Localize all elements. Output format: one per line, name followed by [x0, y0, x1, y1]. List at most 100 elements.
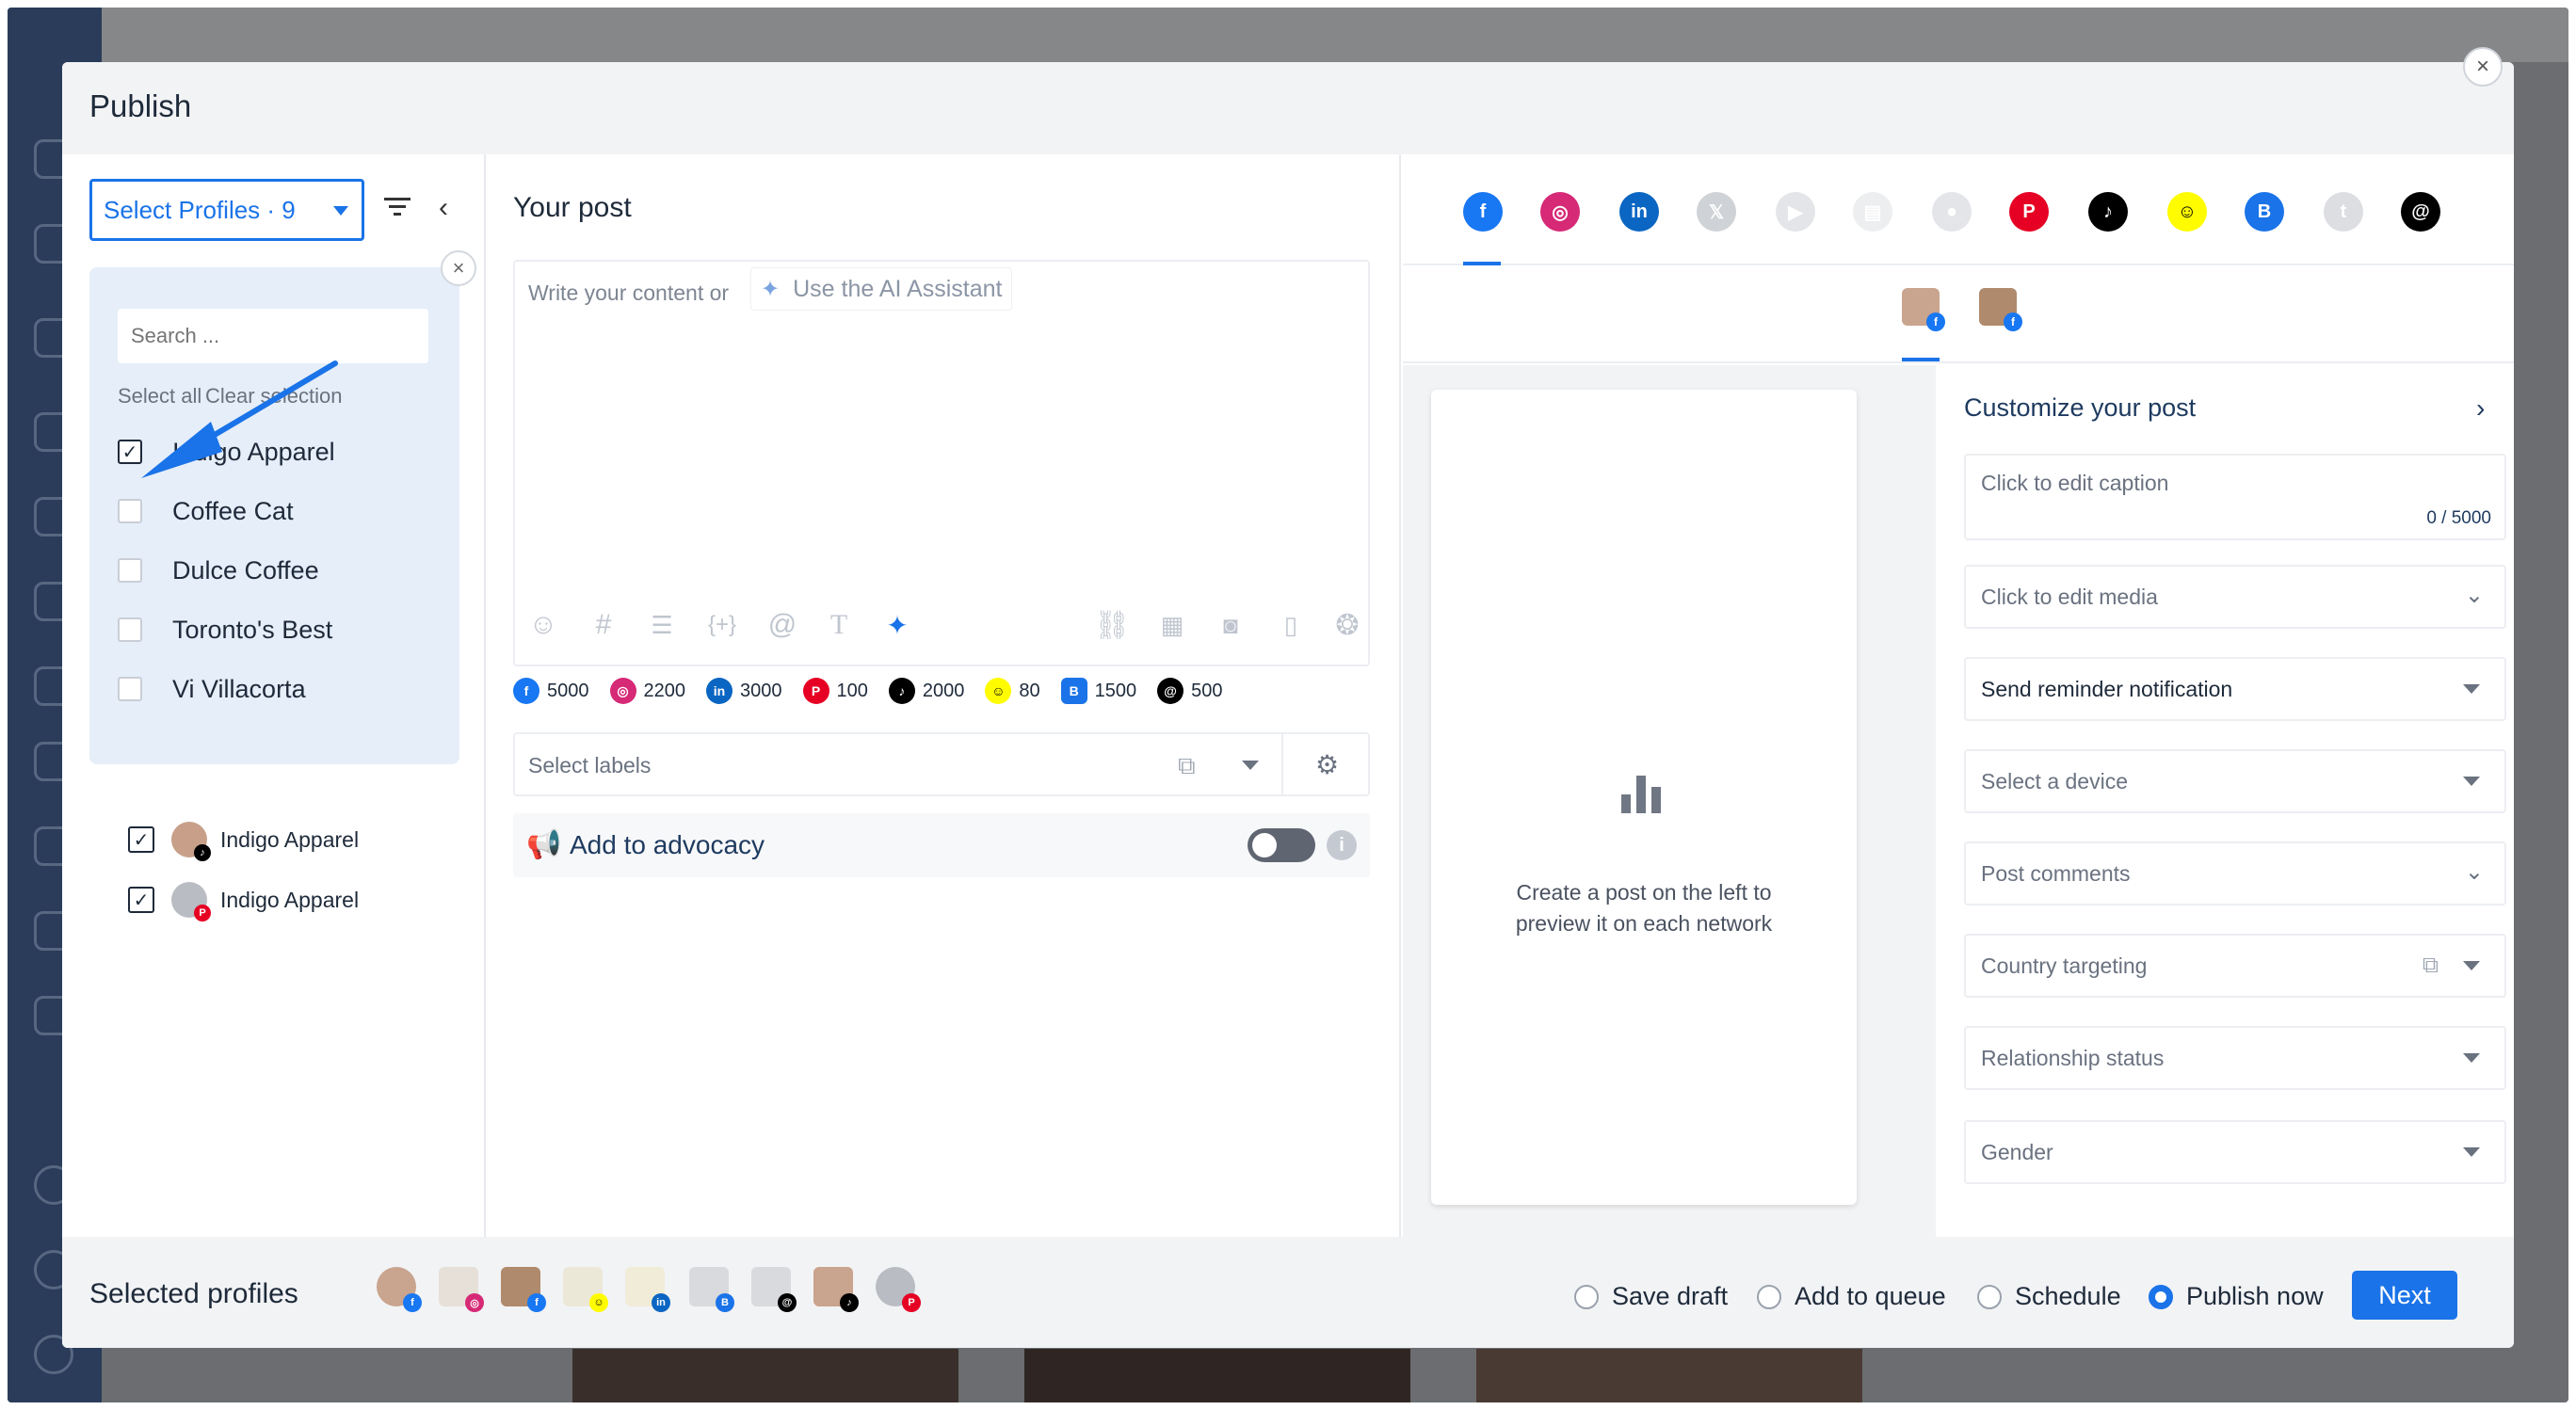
select-profiles-dropdown[interactable]: Select Profiles · 9: [89, 179, 364, 241]
avatar[interactable]: in: [625, 1267, 670, 1312]
close-modal-button[interactable]: ×: [2463, 47, 2503, 87]
checkbox[interactable]: [118, 499, 142, 523]
checkbox[interactable]: [118, 617, 142, 642]
radio-button[interactable]: [1977, 1284, 2002, 1309]
tab-google-business-muted[interactable]: ▤: [1853, 192, 1892, 232]
template-icon[interactable]: ☰: [643, 606, 681, 644]
link-icon[interactable]: ⛓: [1093, 606, 1131, 644]
dropdown-item-torontos-best[interactable]: Toronto's Best: [118, 611, 332, 649]
pinterest-icon: P: [902, 1293, 921, 1312]
avatar[interactable]: ☺: [563, 1267, 608, 1312]
option-label: Add to queue: [1795, 1282, 1946, 1310]
profile-name: Indigo Apparel: [220, 826, 360, 852]
chevron-right-icon[interactable]: ›: [2476, 393, 2485, 424]
account-tab-1[interactable]: f: [1902, 288, 1945, 331]
tab-pinterest[interactable]: P: [2009, 192, 2049, 232]
comments-field[interactable]: Post comments ⌄: [1964, 841, 2506, 905]
clear-selection-link[interactable]: Clear selection: [205, 384, 343, 409]
dropdown-item-indigo-apparel[interactable]: ✓ Indigo Apparel: [118, 433, 335, 471]
media-field[interactable]: Click to edit media ⌄: [1964, 565, 2506, 629]
profiles-panel: Select Profiles · 9 ‹ Select all Clear s…: [62, 154, 486, 1237]
country-targeting-select[interactable]: Country targeting ⧉: [1964, 934, 2506, 998]
relationship-select[interactable]: Relationship status: [1964, 1026, 2506, 1090]
tiktok-icon: ♪: [840, 1293, 859, 1312]
modal-footer: Selected profiles f ◎ f ☺ in B @ ♪ P Sav…: [62, 1237, 2514, 1348]
relationship-label: Relationship status: [1981, 1045, 2165, 1070]
hashtag-icon[interactable]: #: [585, 606, 622, 644]
checkbox-checked[interactable]: ✓: [128, 887, 154, 913]
tab-tiktok[interactable]: ♪: [2088, 192, 2128, 232]
radio-button[interactable]: [1574, 1284, 1599, 1309]
publish-now-option[interactable]: Publish now: [2149, 1282, 2324, 1311]
caret-down-icon: [2463, 1147, 2480, 1157]
dropdown-item-coffee-cat[interactable]: Coffee Cat: [118, 492, 294, 530]
tab-youtube[interactable]: ▶: [1776, 192, 1815, 232]
limit-facebook: f 5000: [513, 678, 589, 704]
text-format-icon[interactable]: T: [820, 606, 858, 644]
profile-search-input[interactable]: [118, 309, 428, 363]
tab-linkedin[interactable]: in: [1619, 192, 1659, 232]
tab-instagram[interactable]: ◎: [1540, 192, 1580, 232]
tab-reddit[interactable]: ●: [1932, 192, 1972, 232]
tag-icon: ⧉: [2422, 953, 2439, 978]
gender-select[interactable]: Gender: [1964, 1120, 2506, 1184]
tab-tumblr[interactable]: t: [2324, 192, 2363, 232]
checkbox-checked[interactable]: ✓: [128, 826, 154, 853]
checkbox[interactable]: [118, 677, 142, 701]
publish-modal: Publish Select Profiles · 9 ‹ Select all…: [62, 62, 2514, 1348]
caption-field[interactable]: Click to edit caption 0 / 5000: [1964, 454, 2506, 540]
account-tab-2[interactable]: f: [1979, 288, 2022, 331]
tab-threads[interactable]: @: [2401, 192, 2440, 232]
gif-icon[interactable]: ▦: [1153, 606, 1191, 644]
camera-icon[interactable]: ◙: [1212, 606, 1249, 644]
dropdown-item-dulce-coffee[interactable]: Dulce Coffee: [118, 552, 319, 589]
select-all-link[interactable]: Select all: [118, 384, 201, 409]
ai-wand-icon[interactable]: ✦: [878, 606, 916, 644]
save-draft-option[interactable]: Save draft: [1574, 1282, 1728, 1311]
canva-icon[interactable]: ❂: [1328, 606, 1366, 644]
schedule-option[interactable]: Schedule: [1977, 1282, 2121, 1311]
filter-icon[interactable]: [384, 196, 411, 218]
tab-x[interactable]: 𝕏: [1697, 192, 1736, 232]
avatar[interactable]: f: [377, 1267, 422, 1312]
avatar[interactable]: @: [751, 1267, 797, 1312]
avatar[interactable]: ♪: [813, 1267, 859, 1312]
ai-assistant-button[interactable]: ✦ Use the AI Assistant: [750, 267, 1013, 311]
facebook-icon: f: [1926, 312, 1945, 331]
close-dropdown-button[interactable]: ×: [441, 250, 476, 286]
limit-value: 2200: [643, 680, 686, 701]
next-button[interactable]: Next: [2352, 1271, 2457, 1320]
collapse-panel-icon[interactable]: ‹: [439, 192, 448, 224]
avatar[interactable]: f: [501, 1267, 546, 1312]
select-profiles-label: Select Profiles · 9: [104, 195, 296, 224]
radio-button-selected[interactable]: [2149, 1284, 2173, 1309]
document-icon[interactable]: ▯: [1272, 606, 1310, 644]
selected-profile-row: ✓ ♪ Indigo Apparel: [128, 819, 360, 861]
emoji-icon[interactable]: ☺: [524, 606, 562, 644]
threads-icon: @: [1157, 678, 1184, 704]
mention-icon[interactable]: @: [764, 606, 801, 644]
variable-icon[interactable]: {+}: [703, 606, 741, 644]
reminder-select[interactable]: Send reminder notification: [1964, 657, 2506, 721]
add-to-queue-option[interactable]: Add to queue: [1757, 1282, 1946, 1311]
tab-facebook[interactable]: f: [1463, 192, 1503, 232]
post-content-editor[interactable]: Write your content or ✦ Use the AI Assis…: [513, 260, 1370, 666]
checkbox-checked[interactable]: ✓: [118, 440, 142, 464]
tab-snapchat[interactable]: ☺: [2167, 192, 2207, 232]
avatar[interactable]: ◎: [439, 1267, 484, 1312]
advocacy-toggle[interactable]: [1248, 828, 1315, 862]
modal-title: Publish: [89, 88, 192, 123]
gear-icon[interactable]: ⚙: [1315, 749, 1339, 780]
tab-google-business[interactable]: B: [2245, 192, 2284, 232]
device-select[interactable]: Select a device: [1964, 749, 2506, 813]
labels-select[interactable]: Select labels ⧉ ⚙: [513, 732, 1370, 796]
limit-value: 80: [1019, 680, 1040, 701]
info-icon[interactable]: i: [1327, 830, 1357, 860]
dropdown-item-vi-villacorta[interactable]: Vi Villacorta: [118, 670, 306, 708]
customize-panel: Customize your post › Click to edit capt…: [1945, 365, 2514, 1237]
modal-header: Publish: [62, 62, 2514, 154]
avatar[interactable]: P: [876, 1267, 921, 1312]
avatar[interactable]: B: [689, 1267, 734, 1312]
radio-button[interactable]: [1757, 1284, 1781, 1309]
checkbox[interactable]: [118, 558, 142, 583]
